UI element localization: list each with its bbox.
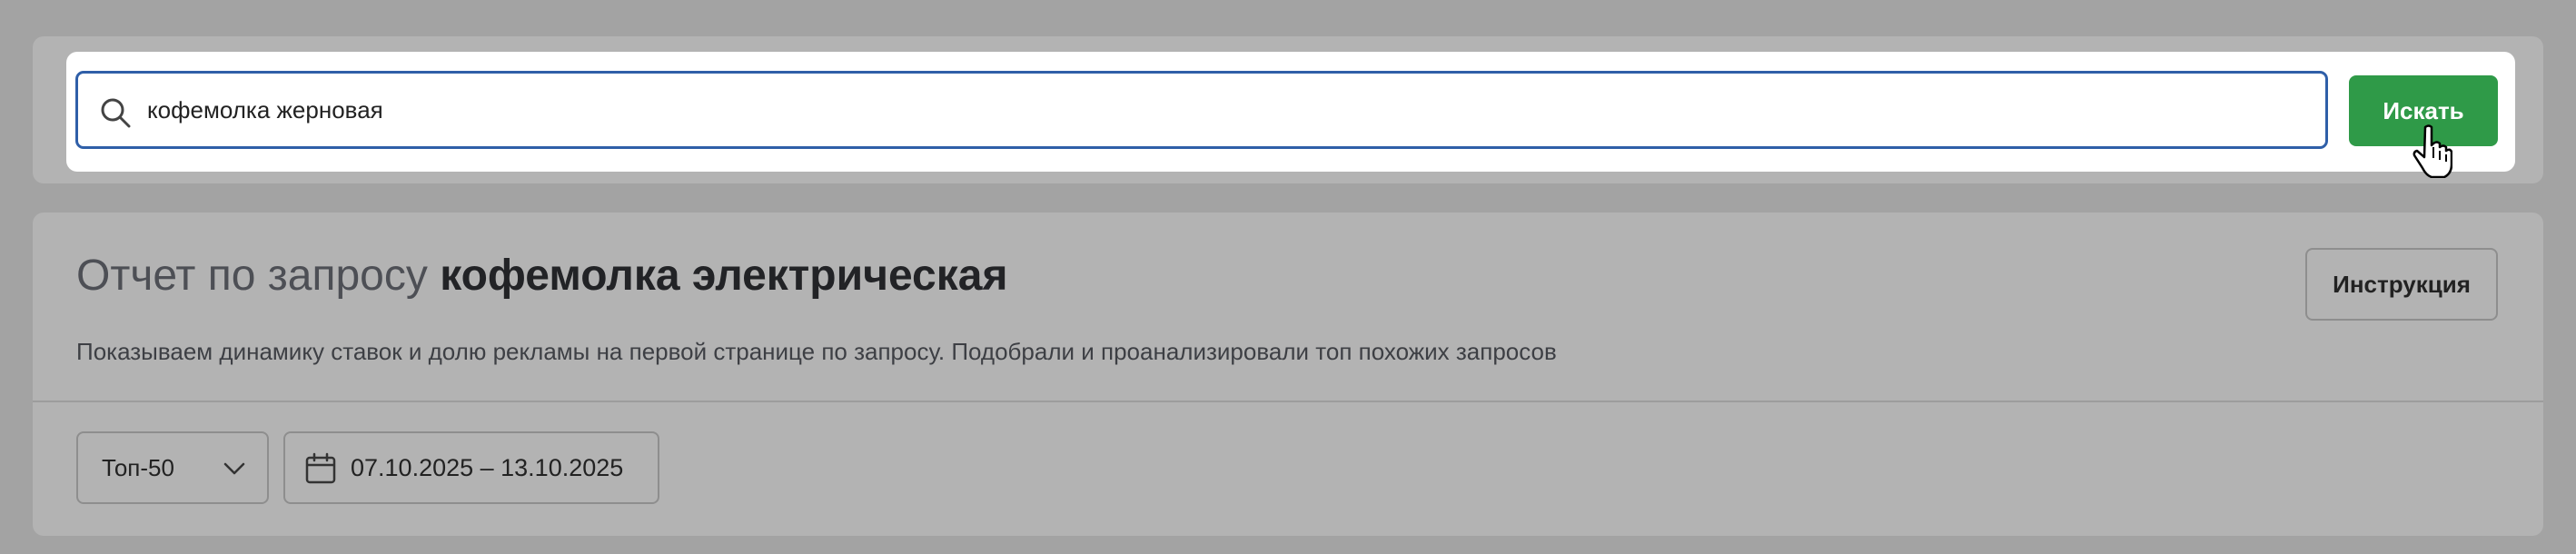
title-prefix: Отчет по запросу (76, 252, 428, 300)
page-title: Отчет по запросу кофемолка электрическая (76, 251, 1007, 302)
date-range-value: 07.10.2025 – 13.10.2025 (351, 454, 624, 481)
search-icon (101, 98, 131, 128)
search-input-value: кофемолка жерновая (147, 96, 383, 124)
report-description: Показываем динамику ставок и долю реклам… (76, 338, 1557, 365)
date-range-picker[interactable]: 07.10.2025 – 13.10.2025 (283, 431, 659, 504)
divider (33, 401, 2543, 402)
calendar-icon (305, 452, 336, 484)
search-input[interactable]: кофемолка жерновая (75, 71, 2328, 149)
chevron-down-icon (223, 462, 245, 475)
instruction-button[interactable]: Инструкция (2305, 248, 2498, 321)
title-query: кофемолка электрическая (440, 252, 1008, 300)
top-select-value: Топ-50 (102, 454, 174, 481)
hand-cursor-icon (2413, 124, 2452, 178)
top-select[interactable]: Топ-50 (76, 431, 269, 504)
